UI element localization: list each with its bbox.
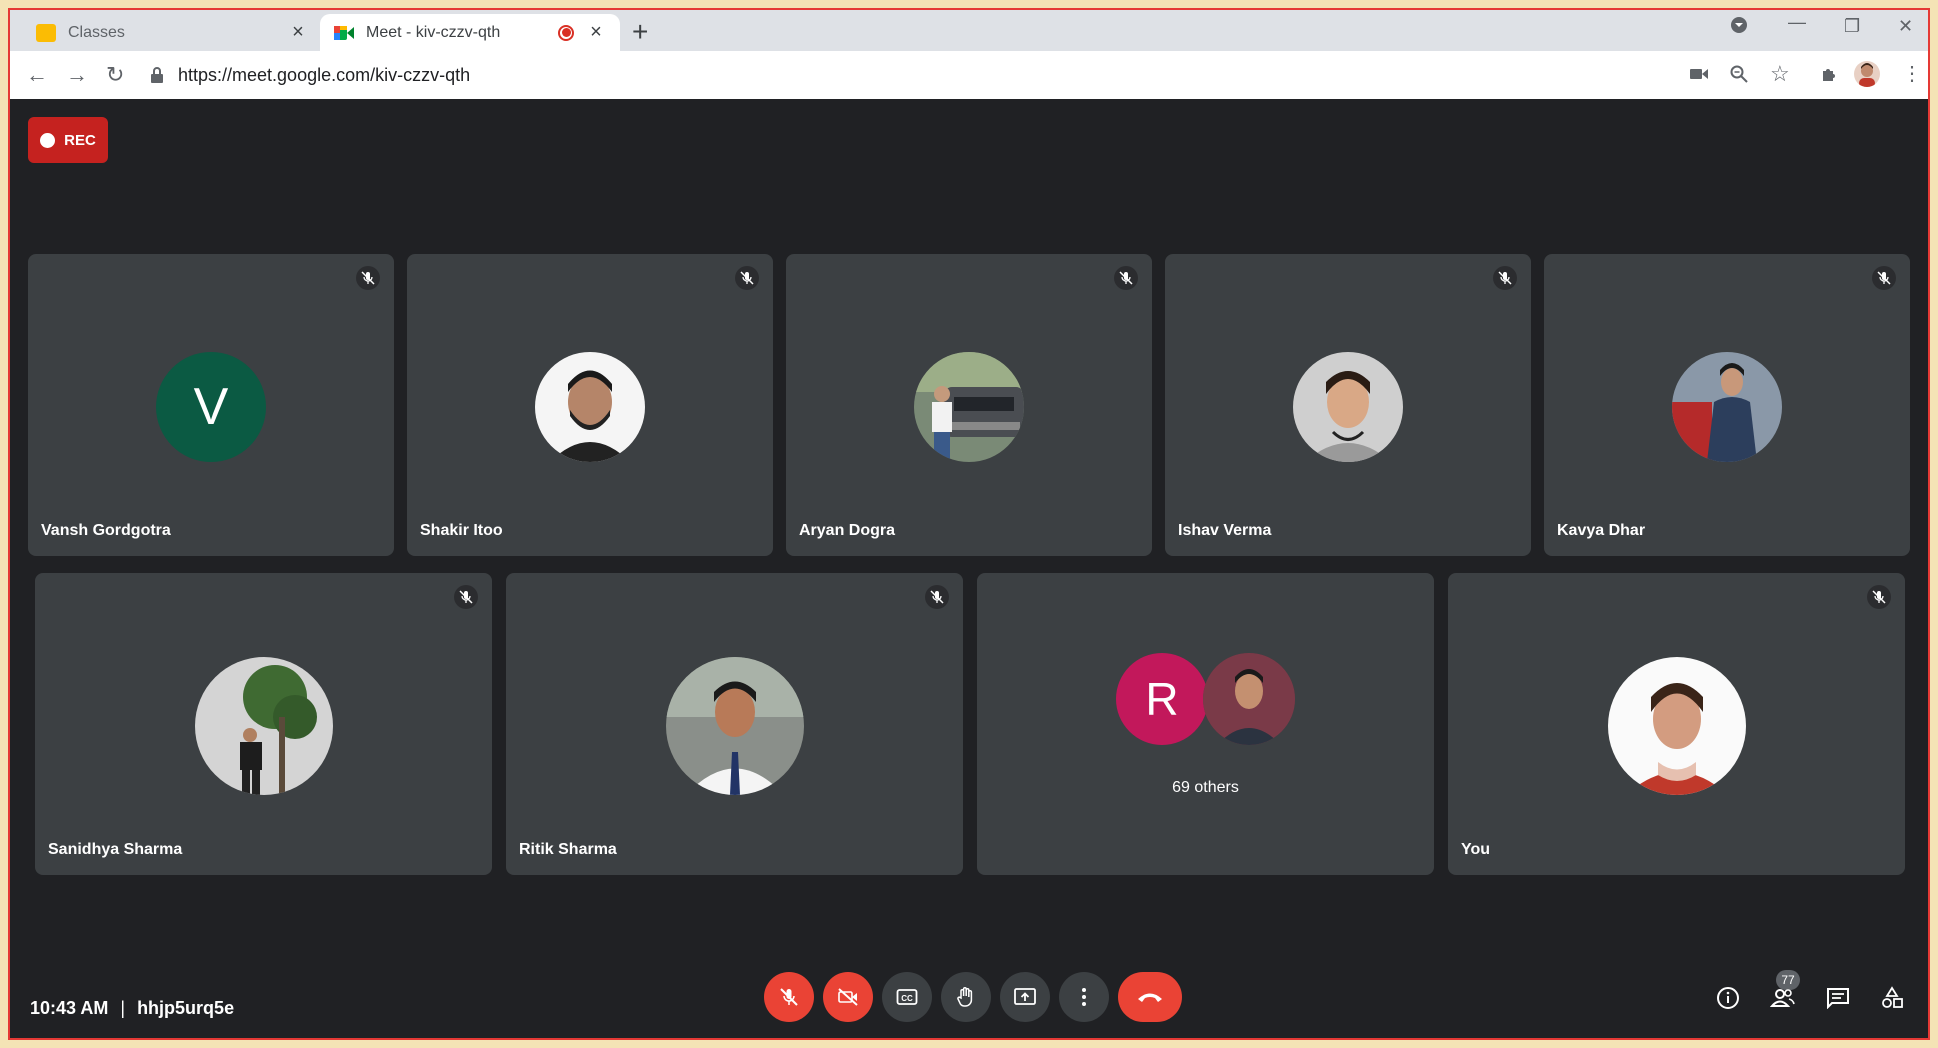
profile-avatar[interactable] (1854, 61, 1880, 87)
others-tile[interactable]: R 69 others (977, 573, 1434, 875)
close-tab-icon[interactable]: × (586, 21, 606, 44)
participant-photo (1293, 352, 1403, 462)
participant-tile[interactable]: Aryan Dogra (786, 254, 1152, 556)
recording-indicator-icon (558, 24, 574, 41)
tab-title: Meet - kiv-czzv-qth (366, 23, 501, 41)
url-text: https://meet.google.com/kiv-czzv-qth (178, 64, 471, 85)
participant-tile[interactable]: Ritik Sharma (506, 573, 963, 875)
raise-hand-button[interactable] (941, 972, 991, 1022)
participant-photo (535, 352, 645, 462)
mic-toggle-button[interactable] (764, 972, 814, 1022)
mic-off-icon (925, 585, 949, 609)
meeting-time: 10:43 AM (30, 998, 109, 1018)
activities-icon (1882, 986, 1903, 1008)
tab-title: Classes (68, 23, 125, 41)
hangup-icon (1138, 993, 1162, 1002)
camera-toggle-button[interactable] (823, 972, 873, 1022)
participant-name: Ritik Sharma (519, 841, 617, 858)
self-tile[interactable]: You (1448, 573, 1905, 875)
mic-off-icon (735, 266, 759, 290)
browser-menu-icon[interactable]: ⋮ (1902, 61, 1922, 86)
participant-photo (1672, 352, 1782, 462)
participant-name: Aryan Dogra (799, 522, 896, 539)
present-icon (1014, 988, 1036, 1005)
participant-name: Shakir Itoo (420, 522, 503, 539)
participant-photo (194, 657, 333, 795)
hand-icon (957, 987, 973, 1007)
people-icon (1770, 989, 1795, 1007)
tab-classes[interactable]: Classes × (22, 14, 322, 51)
close-tab-icon[interactable]: × (288, 21, 308, 44)
mic-off-icon (454, 585, 478, 609)
new-tab-button[interactable]: + (632, 18, 648, 46)
browser-toolbar: ← → ↻ https://meet.google.com/kiv-czzv-q… (10, 51, 1928, 99)
rec-label: REC (64, 131, 96, 149)
mic-off-icon (780, 988, 798, 1006)
leave-call-button[interactable] (1118, 972, 1182, 1022)
participant-photo (1203, 653, 1295, 745)
reload-button[interactable]: ↻ (106, 61, 124, 89)
tab-meet[interactable]: Meet - kiv-czzv-qth × (320, 14, 620, 51)
avatar-initial: V (156, 352, 266, 462)
more-options-button[interactable] (1059, 972, 1109, 1022)
tab-strip: Classes × Meet - kiv-czzv-qth × + — ❐ ✕ (10, 10, 1928, 51)
participant-name: Kavya Dhar (1557, 522, 1646, 539)
recording-badge: REC (28, 117, 108, 163)
participant-name: Sanidhya Sharma (48, 841, 183, 858)
separator: | (120, 998, 126, 1018)
info-icon (1717, 987, 1739, 1009)
captions-button[interactable]: CC (882, 972, 932, 1022)
chat-icon (1827, 988, 1849, 1009)
participant-tile[interactable]: Sanidhya Sharma (35, 573, 492, 875)
others-count: 69 others (1172, 779, 1239, 796)
captions-icon: CC (896, 989, 918, 1005)
participant-photo (914, 352, 1024, 462)
profile-dropdown-icon[interactable] (1730, 16, 1748, 39)
svg-text:CC: CC (901, 994, 913, 1003)
zoom-icon[interactable] (1730, 65, 1748, 88)
participant-name: Vansh Gordgotra (41, 522, 171, 539)
camera-in-use-icon[interactable] (1690, 65, 1708, 86)
address-bar[interactable]: https://meet.google.com/kiv-czzv-qth (150, 59, 1680, 91)
mic-off-icon (1493, 266, 1517, 290)
google-meet-icon (334, 24, 354, 42)
restore-button[interactable]: ❐ (1844, 16, 1860, 37)
participant-name: You (1461, 841, 1491, 858)
close-window-button[interactable]: ✕ (1898, 16, 1913, 37)
more-vert-icon (1082, 988, 1086, 1006)
mic-off-icon (1872, 266, 1896, 290)
mic-off-icon (1867, 585, 1891, 609)
meeting-info: 10:43 AM | hhjp5urq5e (30, 998, 234, 1019)
participant-tile[interactable]: Ishav Verma (1165, 254, 1531, 556)
participant-name: Ishav Verma (1178, 522, 1272, 539)
forward-button[interactable]: → (66, 61, 88, 89)
participant-tile[interactable]: Kavya Dhar (1544, 254, 1910, 556)
present-screen-button[interactable] (1000, 972, 1050, 1022)
lock-icon (150, 67, 164, 83)
extensions-icon[interactable] (1820, 65, 1838, 88)
chat-button[interactable] (1822, 982, 1854, 1014)
people-button[interactable] (1767, 982, 1799, 1014)
back-button[interactable]: ← (26, 61, 48, 89)
google-classroom-icon (36, 23, 56, 42)
bookmark-star-icon[interactable]: ☆ (1770, 61, 1790, 87)
meeting-details-button[interactable] (1712, 982, 1744, 1014)
participant-photo (665, 657, 804, 795)
meeting-code[interactable]: hhjp5urq5e (137, 998, 234, 1019)
mic-off-icon (1114, 266, 1138, 290)
participant-tile[interactable]: V Vansh Gordgotra (28, 254, 394, 556)
participant-tile[interactable]: Shakir Itoo (407, 254, 773, 556)
mic-off-icon (356, 266, 380, 290)
participant-photo (1607, 657, 1746, 795)
activities-button[interactable] (1876, 982, 1908, 1014)
browser-window: Classes × Meet - kiv-czzv-qth × + — ❐ ✕ … (8, 8, 1930, 1040)
minimize-button[interactable]: — (1788, 12, 1806, 33)
avatar-initial: R (1116, 653, 1208, 745)
camera-off-icon (838, 988, 858, 1006)
